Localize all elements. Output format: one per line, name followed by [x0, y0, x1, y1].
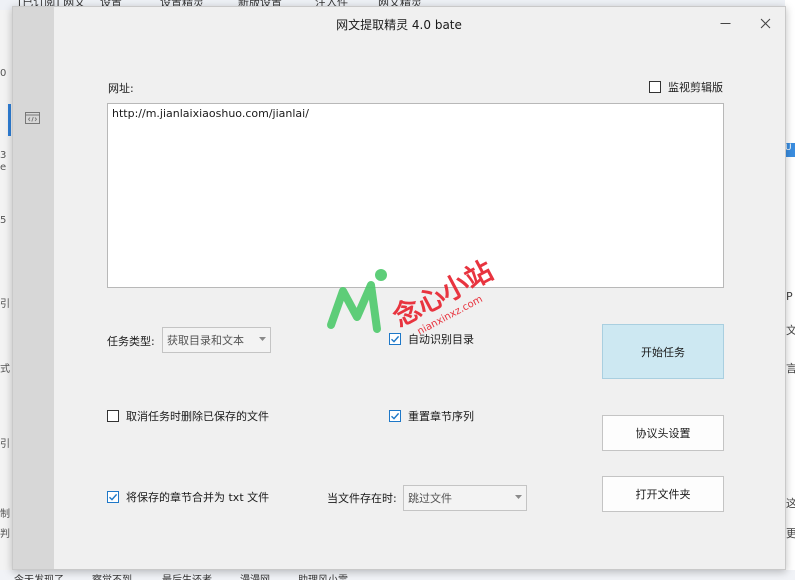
url-label: 网址:	[108, 82, 134, 95]
background-text: 助理风小雪	[298, 571, 348, 580]
background-text: 这	[786, 497, 795, 510]
title-bar[interactable]: 网文提取精灵 4.0 bate	[54, 7, 785, 39]
checkmark-icon	[109, 493, 118, 501]
checkbox-box[interactable]	[107, 491, 119, 503]
file-exists-label: 当文件存在时:	[327, 492, 397, 505]
background-text: 引	[0, 439, 10, 450]
chevron-down-icon	[515, 495, 522, 499]
checkbox-label: 将保存的章节合并为 txt 文件	[126, 491, 270, 504]
task-type-label: 任务类型:	[107, 335, 155, 348]
background-text: 引	[0, 299, 10, 310]
background-text: 漫漫网	[240, 571, 270, 580]
background-text: 式	[0, 364, 10, 375]
background-taskbar: 今天发现了 察觉不到 最后生还者 漫漫网 助理风小雪	[0, 570, 795, 580]
select-value: 获取目录和文本	[167, 334, 244, 347]
chevron-down-icon	[259, 337, 266, 341]
background-text: P	[786, 290, 793, 303]
side-strip	[13, 7, 54, 569]
delete-on-cancel-checkbox[interactable]: 取消任务时删除已保存的文件	[107, 408, 269, 424]
background-text: 更	[786, 527, 795, 540]
code-icon[interactable]	[25, 112, 40, 124]
checkbox-box[interactable]	[107, 410, 119, 422]
background-text: 判	[0, 529, 10, 540]
app-window: 网文提取精灵 4.0 bate 网址: 监视剪辑版 http://m.jianl…	[12, 6, 786, 570]
file-exists-select[interactable]: 跳过文件	[403, 485, 527, 511]
background-text: 最后生还者	[162, 571, 212, 580]
checkbox-box[interactable]	[649, 81, 661, 93]
close-button[interactable]	[753, 13, 777, 33]
background-text: 0	[0, 68, 7, 79]
window-title: 网文提取精灵 4.0 bate	[336, 18, 462, 32]
watermark-logo: 念心小站 nianxinxz.com	[327, 255, 498, 337]
monitor-clipboard-checkbox[interactable]: 监视剪辑版	[649, 79, 723, 95]
background-text: 3	[0, 150, 7, 161]
background-text: 制	[0, 509, 10, 520]
select-value: 跳过文件	[408, 492, 452, 505]
checkbox-box[interactable]	[389, 410, 401, 422]
minimize-icon	[720, 22, 730, 24]
close-icon	[760, 18, 770, 28]
background-text: 言	[786, 362, 795, 375]
header-settings-button[interactable]: 协议头设置	[602, 415, 724, 451]
checkbox-label: 重置章节序列	[408, 410, 474, 423]
reset-chapter-order-checkbox[interactable]: 重置章节序列	[389, 408, 474, 424]
checkmark-icon	[391, 412, 400, 420]
background-right-edge: U P 文 言 这 更	[785, 0, 795, 580]
start-task-button[interactable]: 开始任务	[602, 324, 724, 379]
background-text: 文	[786, 324, 795, 337]
checkbox-label: 监视剪辑版	[668, 81, 723, 94]
merge-txt-checkbox[interactable]: 将保存的章节合并为 txt 文件	[107, 489, 269, 505]
background-text: 5	[0, 215, 7, 226]
background-text: 今天发现了	[14, 571, 64, 580]
checkbox-label: 取消任务时删除已保存的文件	[126, 410, 269, 423]
open-folder-button[interactable]: 打开文件夹	[602, 476, 724, 512]
background-badge: U	[785, 143, 795, 157]
background-left-edge: 0 3 e 5 引 式 引 制 判	[0, 10, 12, 570]
minimize-button[interactable]	[713, 13, 737, 33]
background-accent	[8, 104, 11, 136]
background-text: e	[0, 162, 7, 173]
watermark-mark	[327, 269, 387, 333]
background-text: 察觉不到	[92, 571, 132, 580]
task-type-select[interactable]: 获取目录和文本	[162, 327, 271, 353]
